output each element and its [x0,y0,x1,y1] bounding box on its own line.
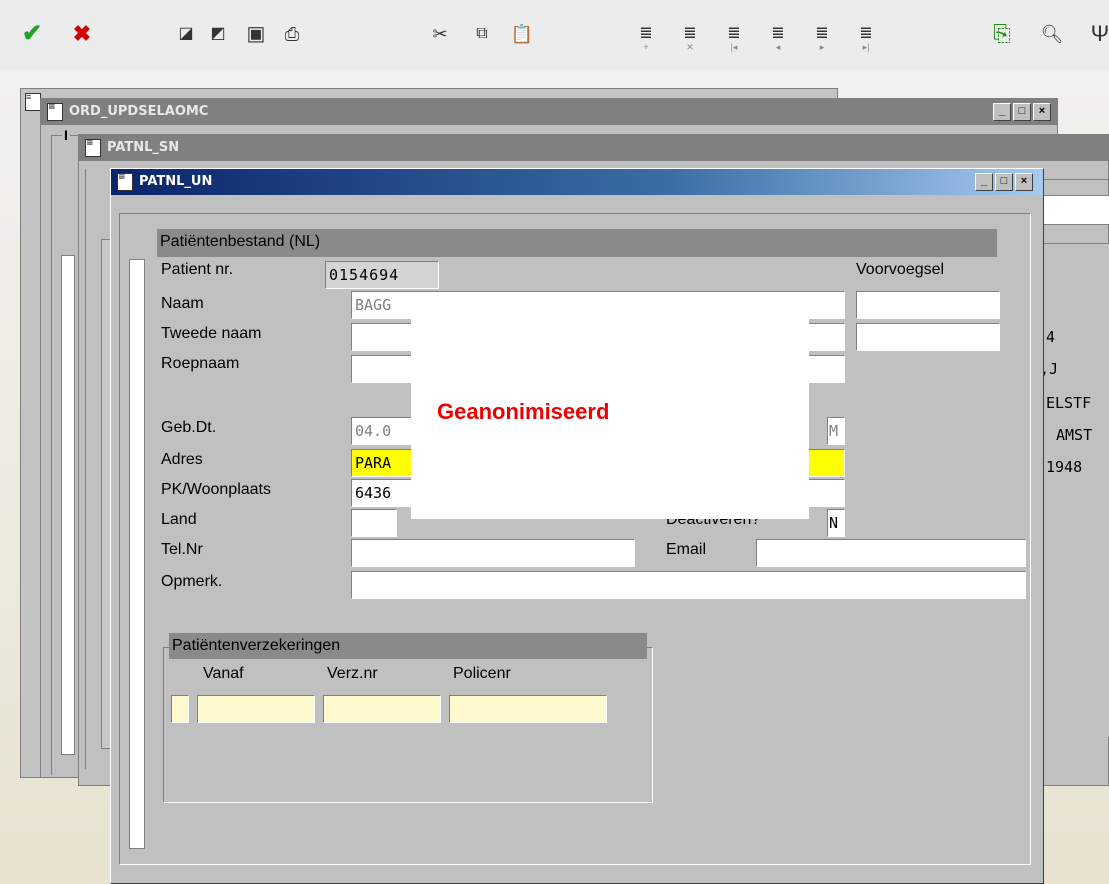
label-naam: Naam [161,295,204,312]
deactiveren-field[interactable]: N [827,509,845,537]
anonymized-label: Geanonimiseerd [437,399,610,424]
minimize-button[interactable]: _ [975,173,993,191]
exit-icon[interactable]: ⎘ [988,20,1016,48]
insurance-policenr-field[interactable] [449,695,607,723]
record-last-icon[interactable]: ≣ ▸| [852,20,880,52]
insurance-vanaf-field[interactable] [197,695,315,723]
label-email: Email [666,541,707,558]
land-field[interactable] [351,509,397,537]
toolbar: ✔ ✖ ◪ ◩ ▣ ⎙ ✂ ⧉ 📋 ≣ + ≣ ✕ ≣ |◂ ≣ ◂ ≣ ▸ ≣ ▸| ⎘ … [0,0,1109,70]
insurance-verz-nr-field[interactable] [323,695,441,723]
detail-line: ELSTF [1046,394,1092,412]
label-pk-woonplaats: PK/Woonplaats [161,481,271,498]
tel-nr-field[interactable] [351,539,635,567]
col-vanaf: Vanaf [203,665,244,682]
record-next-icon[interactable]: ≣ ▸ [808,20,836,52]
window-title: ≡ PATNL_SN [79,135,1108,161]
maximize-button[interactable]: □ [995,173,1013,191]
cut-icon[interactable]: ✂ [426,20,454,48]
anonymized-overlay: Geanonimiseerd [411,293,809,519]
insurance-row-indicator[interactable] [171,695,189,723]
col-policenr: Policenr [453,665,511,682]
form-icon: ≡ [85,139,101,157]
label-adres: Adres [161,451,203,468]
section-title: Patiëntenbestand (NL) [160,233,321,250]
record-scrollbar[interactable] [129,259,145,849]
voorvoegsel-field[interactable] [856,291,1000,319]
window-title-text: PATNL_UN [139,174,213,189]
insurance-header: Patiëntenverzekeringen [169,633,647,659]
window-title-text: PATNL_SN [107,140,180,155]
opmerk-field[interactable] [351,571,1026,599]
check-icon[interactable]: ✔ [18,20,46,48]
label-tel-nr: Tel.Nr [161,541,203,558]
label-voorvoegsel: Voorvoegsel [856,261,945,278]
scrollbar[interactable] [61,255,75,755]
form-icon: ≡ [47,103,63,121]
text-field[interactable] [1039,195,1109,225]
minimize-button[interactable]: _ [993,103,1011,121]
record-prev-icon[interactable]: ≣ ◂ [764,20,792,52]
record-insert-icon[interactable]: ≣ + [632,20,660,52]
close-button[interactable]: × [1033,103,1051,121]
detail-line: 1948 [1046,458,1083,476]
section-header: Patiëntenbestand (NL) [157,229,997,257]
form-icon: ≡ [117,173,133,191]
window-patnl-un: ≡ PATNL_UN _ □ × Patiëntenbestand (NL) P… [110,168,1044,884]
window-title-text: ORD_UPDSELAOMC [69,104,209,119]
frame-label: I [62,127,70,143]
label-geb-dt: Geb.Dt. [161,419,217,436]
paste-icon[interactable]: 📋 [508,20,536,48]
detail-line: AMST [1056,426,1093,444]
label-land: Land [161,511,197,528]
form-icon: ≡ [25,93,41,111]
copy-icon[interactable]: ⧉ [468,20,496,48]
detail-panel: 4 ,J ELSTF AMST 1948 [1037,243,1109,737]
patient-nr-field: 0154694 [325,261,439,289]
record-delete-icon[interactable]: ≣ ✕ [676,20,704,52]
maximize-button[interactable]: □ [1013,103,1031,121]
geb-dt-field[interactable]: 04.0 [351,417,415,445]
geslacht-field[interactable]: M [827,417,845,445]
dock-icon[interactable]: ◪ [172,20,200,48]
label-patient-nr: Patient nr. [161,261,234,278]
tweede-voorvoegsel-field[interactable] [856,323,1000,351]
separator [1039,179,1109,181]
window-title: ≡ PATNL_UN [111,169,1043,195]
label-opmerk: Opmerk. [161,573,223,590]
cancel-icon[interactable]: ✖ [68,20,96,48]
label-tweede-naam: Tweede naam [161,325,262,342]
tools-icon[interactable]: Ψ [1086,20,1109,48]
insurance-title: Patiëntenverzekeringen [172,637,341,654]
window-title: ≡ ORD_UPDSELAOMC [41,99,1057,125]
undock-icon[interactable]: ◩ [204,20,232,48]
label-roepnaam: Roepnaam [161,355,240,372]
close-button[interactable]: × [1015,173,1033,191]
record-first-icon[interactable]: ≣ |◂ [720,20,748,52]
col-verz-nr: Verz.nr [327,665,378,682]
email-field[interactable] [756,539,1026,567]
detail-line: 4 [1046,328,1056,346]
search-icon[interactable]: 🔍︎ [1038,20,1066,48]
print-icon[interactable]: ⎙ [278,20,306,48]
save-icon[interactable]: ▣ [242,20,270,48]
